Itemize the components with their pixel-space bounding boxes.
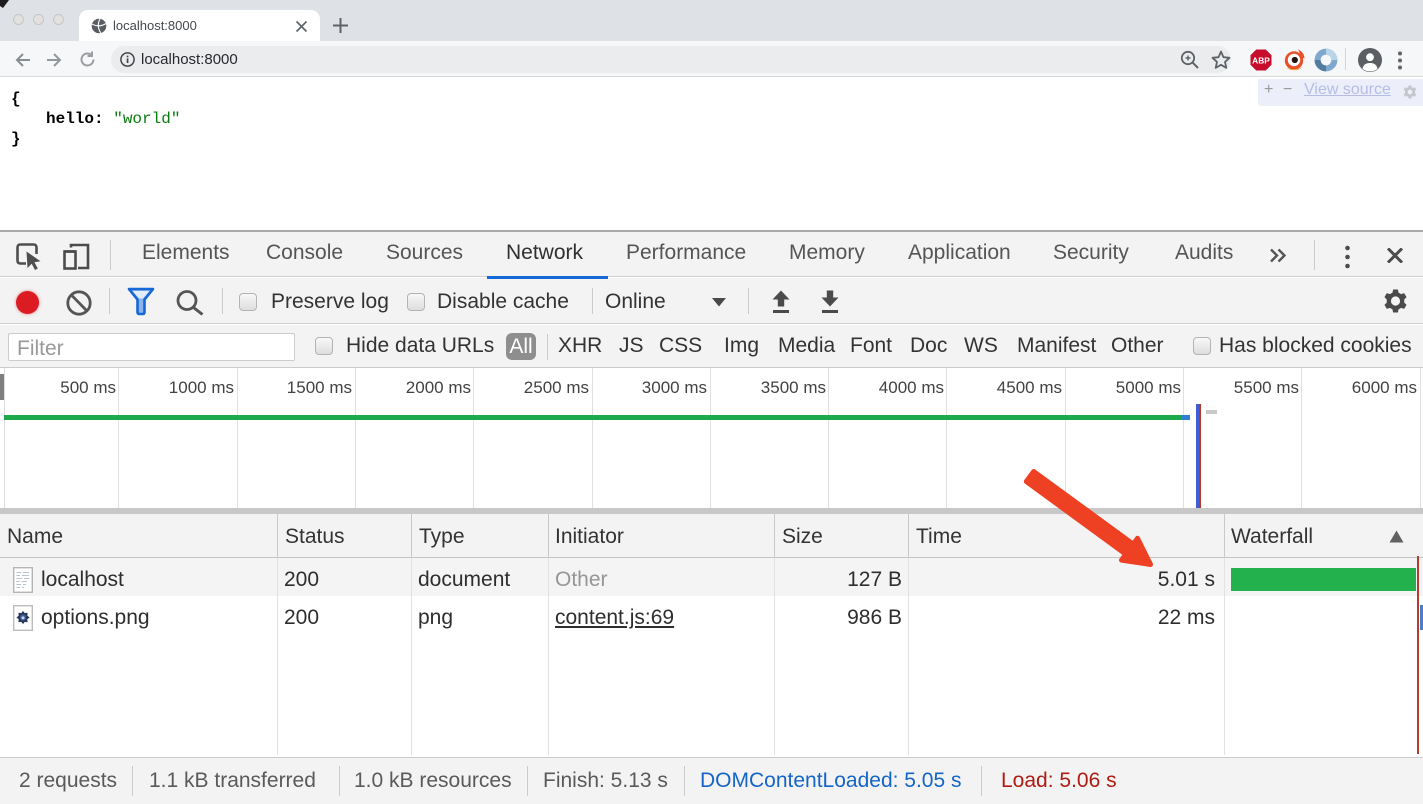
svg-text:ABP: ABP bbox=[1252, 56, 1270, 66]
